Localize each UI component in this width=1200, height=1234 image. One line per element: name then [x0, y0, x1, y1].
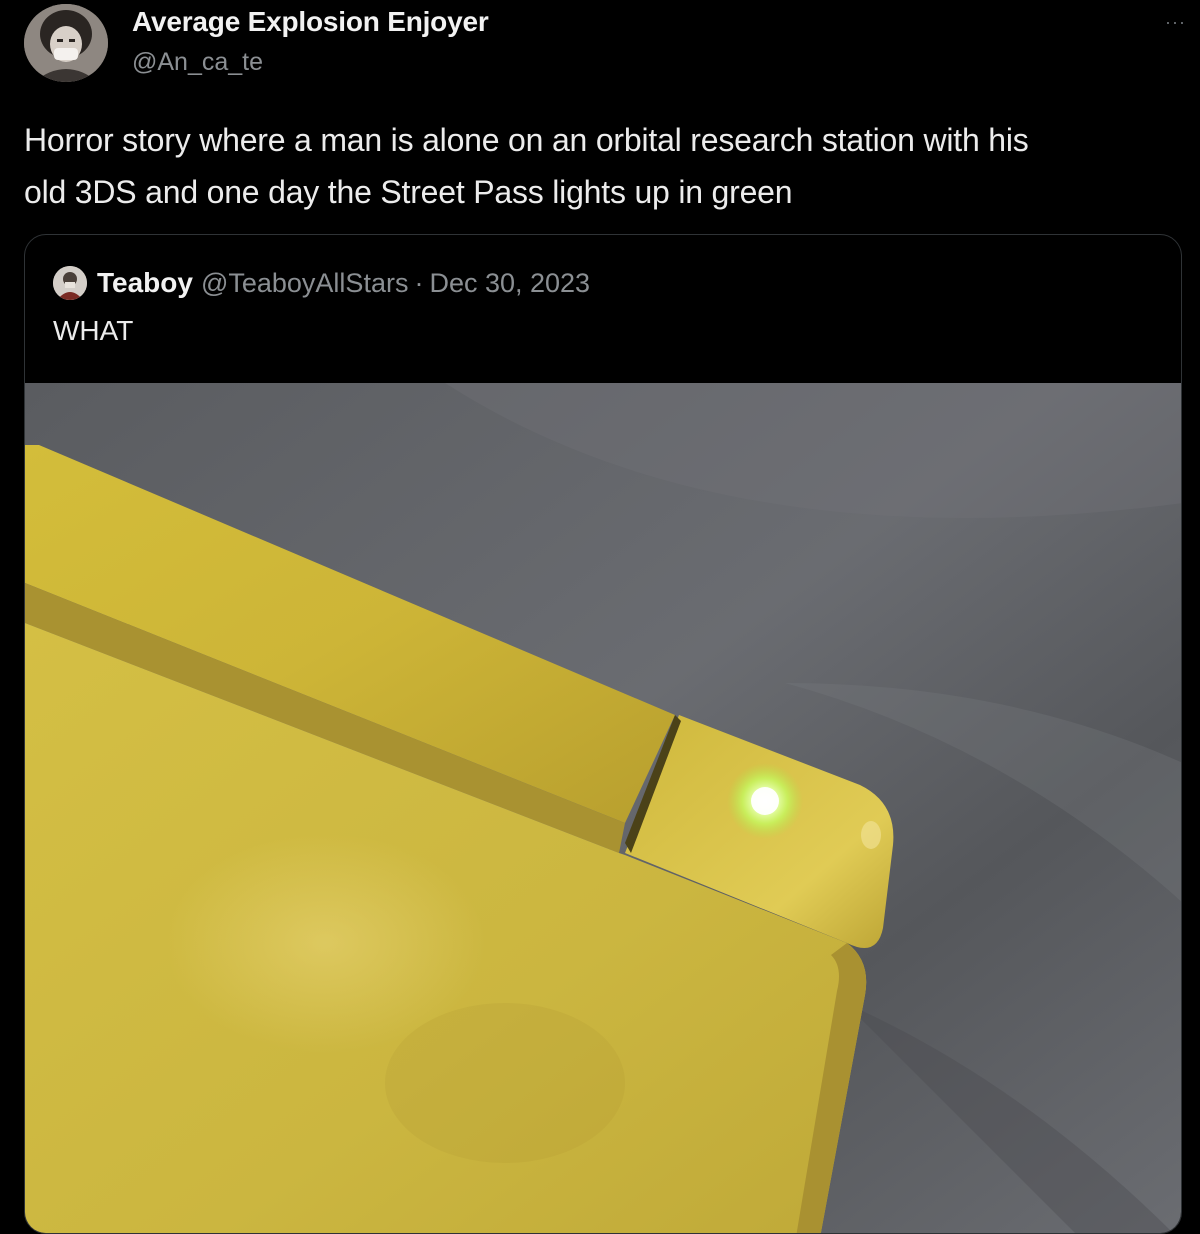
- post-container: Average Explosion Enjoyer @An_ca_te ··· …: [0, 0, 1200, 1234]
- yellow-3ds-photo: [25, 383, 1181, 1233]
- post-text: Horror story where a man is alone on an …: [24, 122, 1029, 210]
- user-avatar-image: [24, 4, 108, 82]
- more-horizontal-icon[interactable]: ···: [1165, 12, 1186, 33]
- separator-dot: ·: [414, 267, 424, 298]
- quoted-user-avatar-image: [53, 266, 87, 300]
- author-handle[interactable]: @An_ca_te: [132, 48, 263, 77]
- avatar[interactable]: [24, 4, 108, 82]
- quoted-author-handle[interactable]: @TeaboyAllStars: [201, 268, 409, 299]
- quoted-author-name[interactable]: Teaboy: [97, 267, 193, 299]
- author-display-name[interactable]: Average Explosion Enjoyer: [132, 6, 489, 38]
- quoted-post-date[interactable]: Dec 30, 2023: [429, 268, 590, 299]
- quoted-post-photo[interactable]: [25, 383, 1181, 1233]
- quoted-post[interactable]: Teaboy @TeaboyAllStars · Dec 30, 2023 WH…: [24, 234, 1182, 1234]
- quoted-post-header: Teaboy @TeaboyAllStars · Dec 30, 2023: [53, 265, 590, 301]
- quoted-post-text: WHAT: [53, 315, 134, 346]
- avatar[interactable]: [53, 266, 87, 300]
